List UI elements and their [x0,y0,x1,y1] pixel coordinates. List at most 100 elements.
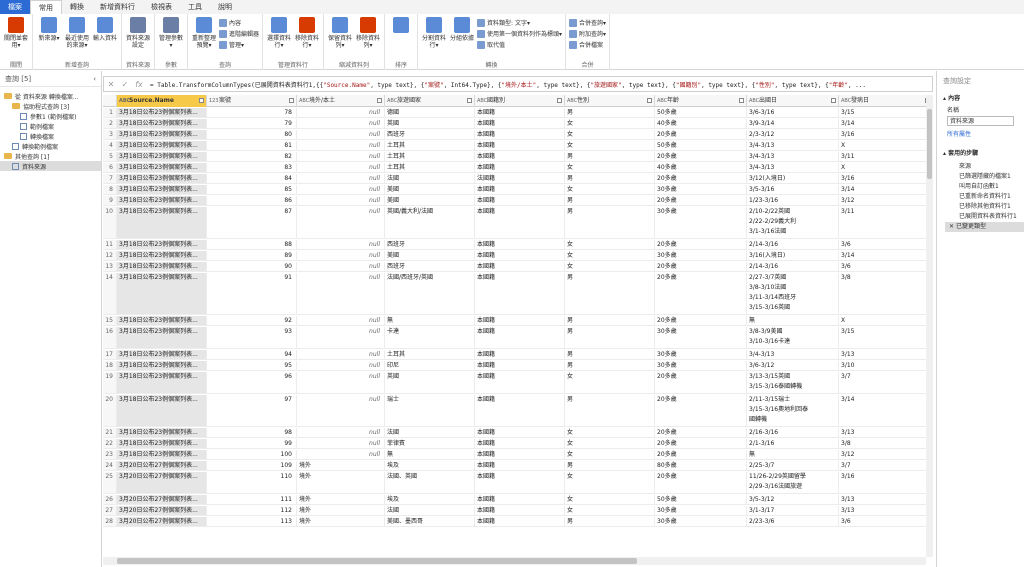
table-cell[interactable]: null [297,439,385,448]
table-cell[interactable]: 84 [207,174,297,183]
table-cell[interactable]: 11 [103,240,117,249]
applied-step-4[interactable]: 已移除其他資料行1 [945,202,1024,212]
table-cell[interactable]: 40多歲 [655,163,747,172]
table-cell[interactable]: 20多歲 [655,130,747,139]
table-cell[interactable]: 92 [207,316,297,325]
table-cell[interactable]: 女 [565,262,655,271]
table-cell[interactable]: 30多歲 [655,185,747,194]
table-cell[interactable]: 25 [103,472,117,493]
table-cell[interactable]: 15 [103,316,117,325]
table-cell[interactable]: 女 [565,450,655,459]
table-cell[interactable]: X [839,316,933,325]
table-cell[interactable]: 80 [207,130,297,139]
table-cell[interactable]: 3月18日公布23例個案列表... [117,119,207,128]
query-item-5[interactable]: 轉換範例檔案 [0,141,101,151]
table-cell[interactable]: 3月18日公布23例個案列表... [117,196,207,205]
table-cell[interactable]: 美國 [385,196,475,205]
query-item-0[interactable]: 從 資料來源 轉換檔案... [0,91,101,101]
column-header-4[interactable]: ABC 國籍別 [475,95,565,107]
table-cell[interactable]: 20多歲 [655,316,747,325]
table-cell[interactable]: 男 [565,316,655,325]
table-cell[interactable]: 3月18日公布23例個案列表... [117,152,207,161]
table-cell[interactable]: 10 [103,207,117,238]
table-cell[interactable]: 本國籍 [475,395,565,426]
table-cell[interactable]: 9 [103,196,117,205]
table-cell[interactable]: null [297,361,385,370]
table-cell[interactable]: 本國籍 [475,251,565,260]
table-cell[interactable]: 6 [103,163,117,172]
table-cell[interactable]: 93 [207,327,297,348]
tab-0[interactable]: 檔案 [0,0,30,14]
table-cell[interactable]: 3月18日公布23例個案列表... [117,240,207,249]
tab-6[interactable]: 說明 [210,0,240,14]
table-cell[interactable]: 男 [565,361,655,370]
table-cell[interactable]: 3/15 [839,108,933,117]
column-header-7[interactable]: ABC 出國日 [747,95,839,107]
table-cell[interactable]: 3/15 [839,327,933,348]
table-cell[interactable]: 30多歲 [655,251,747,260]
table-cell[interactable]: 女 [565,185,655,194]
table-cell[interactable]: 本國籍 [475,196,565,205]
ribbon-small-button-9-2[interactable]: 合併檔案 [569,40,606,49]
table-cell[interactable]: 3/8 [839,273,933,314]
table-cell[interactable]: 30多歲 [655,350,747,359]
table-cell[interactable]: 3月20日公布27例個案列表... [117,506,207,515]
table-cell[interactable]: 本國籍 [475,316,565,325]
table-cell[interactable]: null [297,450,385,459]
table-cell[interactable]: 109 [207,461,297,470]
table-cell[interactable]: 3 [103,130,117,139]
table-cell[interactable]: 法國 [385,506,475,515]
table-cell[interactable]: X [839,141,933,150]
query-item-2[interactable]: 參數1 (範例檔案) [0,111,101,121]
table-cell[interactable]: 3/6 [839,517,933,526]
table-cell[interactable]: 3/14 [839,395,933,426]
vertical-scrollbar[interactable] [926,95,933,557]
table-cell[interactable]: 3月18日公布23例個案列表... [117,316,207,325]
table-cell[interactable]: 85 [207,185,297,194]
table-cell[interactable]: null [297,372,385,393]
table-cell[interactable]: 50多歲 [655,108,747,117]
table-cell[interactable]: null [297,273,385,314]
table-cell[interactable]: 本國籍 [475,185,565,194]
table-cell[interactable]: 2/14-3/16 [747,262,839,271]
vertical-scroll-thumb[interactable] [927,109,932,179]
collapse-pane-icon[interactable]: ‹ [93,75,96,83]
table-cell[interactable]: 99 [207,439,297,448]
table-cell[interactable]: null [297,327,385,348]
table-cell[interactable]: null [297,350,385,359]
table-cell[interactable]: 98 [207,428,297,437]
tab-2[interactable]: 轉換 [62,0,92,14]
table-cell[interactable]: null [297,108,385,117]
table-cell[interactable]: 113 [207,517,297,526]
table-cell[interactable]: 本國籍 [475,361,565,370]
table-cell[interactable]: 本國籍 [475,207,565,238]
table-cell[interactable]: 美國 [385,251,475,260]
table-cell[interactable]: 40多歲 [655,119,747,128]
table-cell[interactable]: 8 [103,185,117,194]
query-item-3[interactable]: 範例檔案 [0,121,101,131]
table-cell[interactable]: 3月18日公布23例個案列表... [117,108,207,117]
filter-dropdown-icon[interactable] [377,98,382,103]
table-cell[interactable]: 卡達 [385,327,475,348]
table-cell[interactable]: 3月18日公布23例個案列表... [117,130,207,139]
table-cell[interactable]: null [297,152,385,161]
column-type-icon[interactable]: 123 [209,95,219,107]
table-cell[interactable]: 2 [103,119,117,128]
table-cell[interactable]: 3月18日公布23例個案列表... [117,327,207,348]
table-cell[interactable]: 男 [565,207,655,238]
table-cell[interactable]: 埃及 [385,461,475,470]
table-cell[interactable]: 3/11 [839,152,933,161]
table-cell[interactable]: 本國籍 [475,517,565,526]
table-cell[interactable]: 1 [103,108,117,117]
table-cell[interactable]: 2/11-3/15瑞士 3/15-3/16奧地利回泰 國轉機 [747,395,839,426]
table-cell[interactable]: 本國籍 [475,472,565,493]
table-cell[interactable]: 3/4-3/13 [747,152,839,161]
table-cell[interactable]: 無 [747,316,839,325]
table-cell[interactable]: 本國籍 [475,461,565,470]
table-cell[interactable]: 男 [565,108,655,117]
table-cell[interactable]: 本國籍 [475,152,565,161]
filter-dropdown-icon[interactable] [289,98,294,103]
table-cell[interactable]: 3/14 [839,119,933,128]
table-cell[interactable]: 82 [207,152,297,161]
table-cell[interactable]: 3/16 [839,130,933,139]
